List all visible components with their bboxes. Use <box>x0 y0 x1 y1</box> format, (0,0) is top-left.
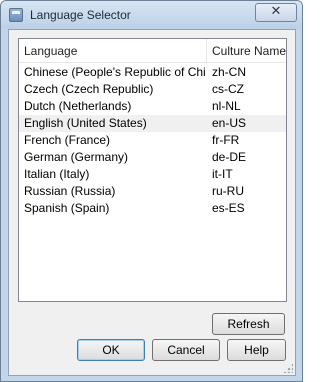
cancel-button[interactable]: Cancel <box>152 339 220 361</box>
language-list[interactable]: Language Culture Name Chinese (People's … <box>18 38 287 302</box>
culture-name-cell: es-ES <box>212 201 245 215</box>
app-window-icon <box>9 8 23 22</box>
culture-name-cell: nl-NL <box>212 99 241 113</box>
window-title: Language Selector <box>30 8 131 22</box>
list-item[interactable]: German (Germany) de-DE <box>19 149 286 166</box>
close-icon: ✕ <box>270 4 282 19</box>
language-cell: Russian (Russia) <box>24 184 116 198</box>
refresh-button[interactable]: Refresh <box>212 313 285 335</box>
culture-name-cell: it-IT <box>212 167 233 181</box>
language-cell: Czech (Czech Republic) <box>24 82 154 96</box>
culture-name-cell: zh-CN <box>212 65 247 79</box>
resize-grip-icon[interactable] <box>283 363 293 373</box>
list-item[interactable]: English (United States) en-US <box>19 115 286 132</box>
help-button[interactable]: Help <box>227 339 286 361</box>
list-item[interactable]: Chinese (People's Republic of China) zh-C… <box>19 64 286 81</box>
list-item[interactable]: Czech (Czech Republic) cs-CZ <box>19 81 286 98</box>
language-cell: Dutch (Netherlands) <box>24 99 132 113</box>
list-header: Language Culture Name <box>19 39 286 63</box>
dialog-client-area: Language Culture Name Chinese (People's … <box>8 29 296 376</box>
culture-name-cell: fr-FR <box>212 133 240 147</box>
culture-name-cell: de-DE <box>212 150 247 164</box>
language-cell: German (Germany) <box>24 150 129 164</box>
language-cell: Chinese (People's Republic of China) <box>24 65 206 79</box>
language-selector-window: Language Selector ✕ Language Culture Nam… <box>0 0 303 382</box>
list-item[interactable]: French (France) fr-FR <box>19 132 286 149</box>
language-cell: Italian (Italy) <box>24 167 90 181</box>
title-bar[interactable]: Language Selector ✕ <box>1 1 302 29</box>
language-cell: English (United States) <box>24 116 147 130</box>
list-item[interactable]: Dutch (Netherlands) nl-NL <box>19 98 286 115</box>
list-item[interactable]: Italian (Italy) it-IT <box>19 166 286 183</box>
column-header-culture-name[interactable]: Culture Name <box>207 39 286 63</box>
culture-name-cell: en-US <box>212 116 247 130</box>
close-button[interactable]: ✕ <box>255 3 297 22</box>
list-item[interactable]: Russian (Russia) ru-RU <box>19 183 286 200</box>
culture-name-cell: ru-RU <box>212 184 244 198</box>
language-cell: French (France) <box>24 133 111 147</box>
ok-button[interactable]: OK <box>77 339 145 361</box>
culture-name-cell: cs-CZ <box>212 82 244 96</box>
language-cell: Spanish (Spain) <box>24 201 110 215</box>
column-header-language[interactable]: Language <box>19 39 207 63</box>
list-rows: Chinese (People's Republic of China) zh-C… <box>19 64 286 217</box>
list-item[interactable]: Spanish (Spain) es-ES <box>19 200 286 217</box>
